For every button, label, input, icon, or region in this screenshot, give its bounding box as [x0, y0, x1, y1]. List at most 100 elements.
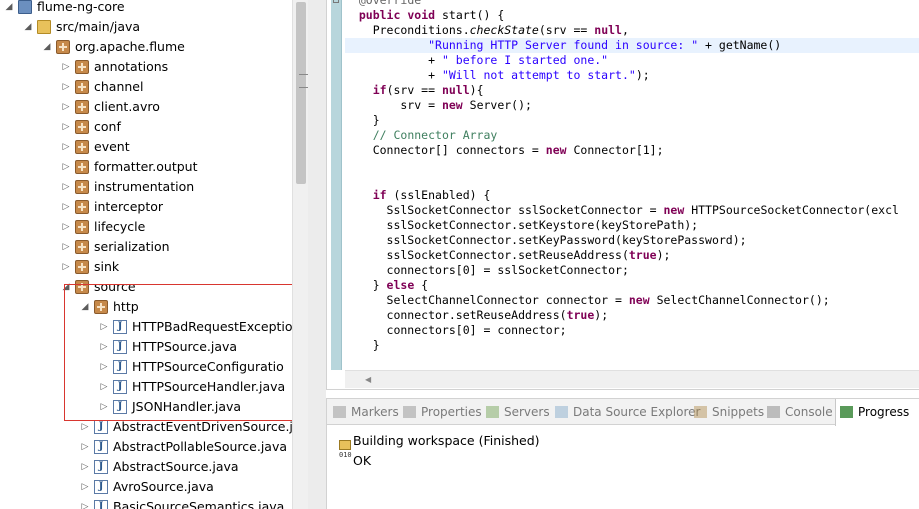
code-line[interactable]: }: [345, 113, 919, 128]
expand-arrow-icon[interactable]: ▷: [61, 77, 71, 97]
code-line[interactable]: SelectChannelConnector connector = new S…: [345, 293, 919, 308]
code-line[interactable]: sslSocketConnector.setKeystore(keyStoreP…: [345, 218, 919, 233]
tree-item-formatter-output[interactable]: ▷ formatter.output: [0, 157, 292, 177]
tree-item-event[interactable]: ▷ event: [0, 137, 292, 157]
code-line[interactable]: [345, 158, 919, 173]
tree-item-abstractpollablesource-java[interactable]: ▷ J AbstractPollableSource.java: [0, 437, 292, 457]
tree-item-avrosource-java[interactable]: ▷ J AvroSource.java: [0, 477, 292, 497]
expand-arrow-icon[interactable]: ▷: [61, 117, 71, 137]
code-line[interactable]: Preconditions.checkState(srv == null,: [345, 23, 919, 38]
code-line[interactable]: } else {: [345, 278, 919, 293]
expand-arrow-icon[interactable]: ▷: [99, 357, 109, 377]
collapse-arrow-icon[interactable]: ◢: [42, 37, 52, 57]
tree-item-channel[interactable]: ▷ channel: [0, 77, 292, 97]
code-line[interactable]: // Connector Array: [345, 128, 919, 143]
editor-horizontal-scrollbar[interactable]: ◀: [345, 370, 919, 388]
collapse-arrow-icon[interactable]: ◢: [23, 17, 33, 37]
explorer-vertical-scrollbar[interactable]: [292, 0, 308, 509]
code-token: );: [594, 308, 609, 322]
code-line[interactable]: sslSocketConnector.setKeyPassword(keySto…: [345, 233, 919, 248]
tree-item-label: AbstractSource.java: [113, 459, 239, 474]
code-line[interactable]: }: [345, 338, 919, 353]
java-editor[interactable]: @Override public void start() { Precondi…: [326, 0, 919, 390]
tree-item-basicsourcesemantics-java[interactable]: ▷ J BasicSourceSemantics.java: [0, 497, 292, 509]
code-line[interactable]: connectors[0] = connector;: [345, 323, 919, 338]
expand-arrow-icon[interactable]: ▷: [99, 377, 109, 397]
code-line[interactable]: srv = new Server();: [345, 98, 919, 113]
collapse-arrow-icon[interactable]: ◢: [61, 277, 71, 297]
code-token: new: [628, 293, 650, 307]
expand-arrow-icon[interactable]: ▷: [61, 157, 71, 177]
code-line[interactable]: Connector[] connectors = new Connector[1…: [345, 143, 919, 158]
tree-item-label: src/main/java: [56, 19, 141, 34]
code-token: " before I started one.": [441, 53, 609, 67]
tree-item-instrumentation[interactable]: ▷ instrumentation: [0, 177, 292, 197]
code-line[interactable]: sslSocketConnector.setReuseAddress(true)…: [345, 248, 919, 263]
tree-item-interceptor[interactable]: ▷ interceptor: [0, 197, 292, 217]
expand-arrow-icon[interactable]: ▷: [80, 477, 90, 497]
collapse-arrow-icon[interactable]: ◢: [80, 297, 90, 317]
tree-item-source[interactable]: ◢ source: [0, 277, 292, 297]
tree-item-abstracteventdrivensource-j[interactable]: ▷ J AbstractEventDrivenSource.j: [0, 417, 292, 437]
tree-item-jsonhandler-java[interactable]: ▷ J JSONHandler.java: [0, 397, 292, 417]
tree-item-label: channel: [94, 79, 144, 94]
scroll-left-icon[interactable]: ◀: [365, 375, 371, 384]
java-icon: J: [113, 340, 127, 354]
expand-arrow-icon[interactable]: ▷: [61, 177, 71, 197]
expand-arrow-icon[interactable]: ▷: [99, 397, 109, 417]
explorer-scrollbar-thumb[interactable]: [296, 2, 308, 184]
expand-arrow-icon[interactable]: ▷: [99, 337, 109, 357]
fold-marker-icon[interactable]: [333, 0, 339, 3]
expand-arrow-icon[interactable]: ▷: [61, 257, 71, 277]
tree-item-httpbadrequestexceptio[interactable]: ▷ J HTTPBadRequestExceptio: [0, 317, 292, 337]
tree-item-annotations[interactable]: ▷ annotations: [0, 57, 292, 77]
code-line[interactable]: + " before I started one.": [345, 53, 919, 68]
code-token: true: [566, 308, 595, 322]
expand-arrow-icon[interactable]: ▷: [80, 437, 90, 457]
expand-arrow-icon[interactable]: ▷: [80, 457, 90, 477]
view-splitter[interactable]: [308, 0, 326, 509]
code-token: +: [345, 53, 442, 67]
expand-arrow-icon[interactable]: ▷: [61, 57, 71, 77]
tree-item-httpsource-java[interactable]: ▷ J HTTPSource.java: [0, 337, 292, 357]
code-token: sslSocketConnector.setKeystore(keyStoreP…: [345, 218, 699, 232]
java-icon: J: [94, 440, 108, 454]
expand-arrow-icon[interactable]: ▷: [80, 417, 90, 437]
tree-item-sink[interactable]: ▷ sink: [0, 257, 292, 277]
code-line[interactable]: connectors[0] = sslSocketConnector;: [345, 263, 919, 278]
tree-item-http[interactable]: ◢ http: [0, 297, 292, 317]
expand-arrow-icon[interactable]: ▷: [61, 137, 71, 157]
tab-progress[interactable]: Progress✕: [835, 399, 919, 426]
code-line[interactable]: "Running HTTP Server found in source: " …: [345, 38, 919, 53]
expand-arrow-icon[interactable]: ▷: [80, 497, 90, 509]
editor-ruler: [327, 0, 345, 370]
expand-arrow-icon[interactable]: ▷: [61, 237, 71, 257]
tree-item-org-apache-flume[interactable]: ◢ org.apache.flume: [0, 37, 292, 57]
tree-item-client-avro[interactable]: ▷ client.avro: [0, 97, 292, 117]
code-line[interactable]: if (sslEnabled) {: [345, 188, 919, 203]
code-line[interactable]: if(srv == null){: [345, 83, 919, 98]
tree-item-label: client.avro: [94, 99, 160, 114]
expand-arrow-icon[interactable]: ▷: [61, 217, 71, 237]
tree-item-abstractsource-java[interactable]: ▷ J AbstractSource.java: [0, 457, 292, 477]
tree-item-src-main-java[interactable]: ◢ src/main/java: [0, 17, 292, 37]
tree-item-serialization[interactable]: ▷ serialization: [0, 237, 292, 257]
progress-view: 010 Building workspace (Finished) OK: [327, 426, 919, 509]
code-line[interactable]: connector.setReuseAddress(true);: [345, 308, 919, 323]
tree-item-httpsourceconfiguratio[interactable]: ▷ J HTTPSourceConfiguratio: [0, 357, 292, 377]
collapse-arrow-icon[interactable]: ◢: [4, 0, 14, 17]
code-token: null: [441, 83, 470, 97]
expand-arrow-icon[interactable]: ▷: [99, 317, 109, 337]
code-line[interactable]: SslSocketConnector sslSocketConnector = …: [345, 203, 919, 218]
code-area[interactable]: @Override public void start() { Precondi…: [345, 0, 919, 370]
expand-arrow-icon[interactable]: ▷: [61, 197, 71, 217]
code-line[interactable]: + "Will not attempt to start.");: [345, 68, 919, 83]
tree-item-lifecycle[interactable]: ▷ lifecycle: [0, 217, 292, 237]
expand-arrow-icon[interactable]: ▷: [61, 97, 71, 117]
tree-item-conf[interactable]: ▷ conf: [0, 117, 292, 137]
code-line[interactable]: @Override: [345, 0, 919, 8]
tree-item-httpsourcehandler-java[interactable]: ▷ J HTTPSourceHandler.java: [0, 377, 292, 397]
code-line[interactable]: public void start() {: [345, 8, 919, 23]
code-line[interactable]: [345, 173, 919, 188]
tree-item-flume-ng-core[interactable]: ◢ flume-ng-core: [0, 0, 292, 17]
